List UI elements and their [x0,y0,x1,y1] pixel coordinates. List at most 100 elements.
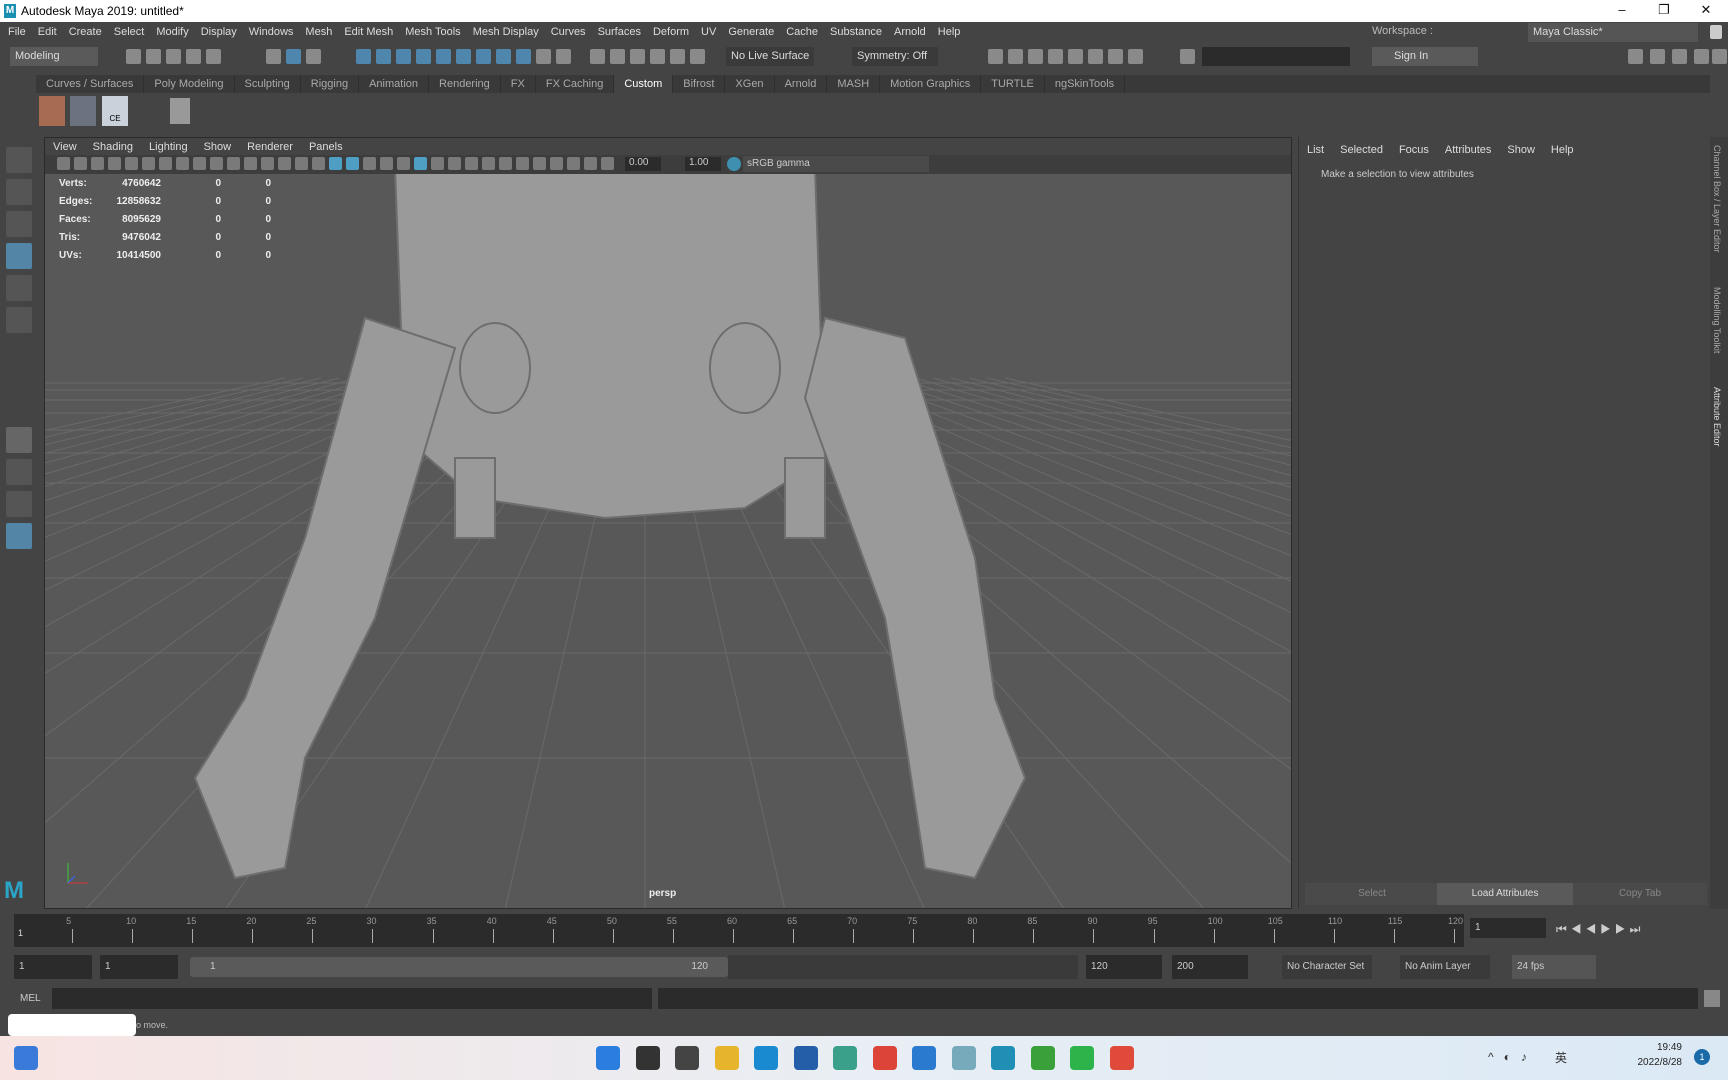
menu-deform[interactable]: Deform [653,26,689,38]
toolbar-tool-icon[interactable] [556,49,571,64]
shelf-tab-sculpting[interactable]: Sculpting [235,75,301,93]
minimize-button[interactable]: – [1602,0,1642,22]
shelf-tab-bifrost[interactable]: Bifrost [673,75,726,93]
menu-create[interactable]: Create [69,26,102,38]
toolbar-tool-icon[interactable] [650,49,665,64]
viewport-tool-icon[interactable] [142,157,155,170]
viewport-tool-icon[interactable] [482,157,495,170]
shelf-tab-fx-caching[interactable]: FX Caching [536,75,615,93]
shelf-tab-rigging[interactable]: Rigging [301,75,360,93]
taskbar-app-icon[interactable] [1030,1046,1055,1070]
taskbar-app-icon[interactable] [793,1046,818,1070]
lock-icon[interactable] [1710,25,1722,39]
toolbar-tool-icon[interactable] [436,49,451,64]
move-tool-icon[interactable] [6,243,32,269]
toolbar-tool-icon[interactable] [536,49,551,64]
select-tool-icon[interactable] [6,147,32,173]
shelf-tab-xgen[interactable]: XGen [725,75,775,93]
viewport-tool-icon[interactable] [448,157,461,170]
toolbar-tool-icon[interactable] [1180,49,1195,64]
viewport-tool-icon[interactable] [278,157,291,170]
menu-generate[interactable]: Generate [728,26,774,38]
viewport-tool-icon[interactable] [125,157,138,170]
viewport-menu-show[interactable]: Show [204,141,232,153]
menu-help[interactable]: Help [938,26,961,38]
viewport-tool-icon[interactable] [499,157,512,170]
quick-select-field[interactable] [1202,47,1350,66]
menu-file[interactable]: File [8,26,26,38]
paint-select-tool-icon[interactable] [6,211,32,237]
toolbar-tool-icon[interactable] [988,49,1003,64]
menu-modify[interactable]: Modify [156,26,188,38]
shelf-tab-curves-surfaces[interactable]: Curves / Surfaces [36,75,145,93]
command-language-label[interactable]: MEL [20,993,41,1004]
shelf-tab-poly-modeling[interactable]: Poly Modeling [144,75,235,93]
shelf-item-script-icon[interactable] [70,96,96,126]
shelf-tab-rendering[interactable]: Rendering [429,75,501,93]
script-editor-icon[interactable] [1704,990,1720,1007]
toolbar-tool-icon[interactable] [670,49,685,64]
symmetry-dropdown[interactable]: Symmetry: Off [852,47,938,66]
toolbar-tool-icon[interactable] [186,49,201,64]
menu-curves[interactable]: Curves [551,26,586,38]
toolbar-tool-icon[interactable] [1088,49,1103,64]
viewport-tool-icon[interactable] [91,157,104,170]
menuset-dropdown[interactable]: Modeling [10,47,98,66]
select-button[interactable]: Select [1305,883,1439,905]
toolbar-tool-icon[interactable] [416,49,431,64]
viewport-tool-icon[interactable] [397,157,410,170]
attr-menu-attributes[interactable]: Attributes [1445,144,1491,156]
shelf-tab-mash[interactable]: MASH [827,75,881,93]
toolbar-tool-icon[interactable] [1008,49,1023,64]
viewport-tool-icon[interactable] [431,157,444,170]
anim-start-field[interactable]: 1 [14,955,92,979]
viewport-menu-shading[interactable]: Shading [93,141,133,153]
maximize-button[interactable]: ❐ [1644,0,1684,22]
command-input[interactable] [52,988,652,1009]
tab-attribute-editor[interactable]: Attribute Editor [1712,387,1722,447]
viewport-tool-icon[interactable] [74,157,87,170]
tab-channel-box[interactable]: Channel Box / Layer Editor [1712,145,1722,253]
toolbar-tool-icon[interactable] [1712,49,1727,64]
taskbar-app-icon[interactable] [951,1046,976,1070]
color-management-icon[interactable] [727,157,741,171]
viewport-tool-icon[interactable] [363,157,376,170]
taskbar-app-icon[interactable] [833,1046,857,1070]
toolbar-tool-icon[interactable] [690,49,705,64]
color-space-dropdown[interactable]: sRGB gamma [743,156,929,172]
toolbar-tool-icon[interactable] [146,49,161,64]
menu-cache[interactable]: Cache [786,26,818,38]
viewport-menu-panels[interactable]: Panels [309,141,343,153]
toolbar-tool-icon[interactable] [396,49,411,64]
taskbar-app-icon[interactable] [991,1046,1015,1070]
taskbar-app-icon[interactable] [754,1046,778,1070]
outliner-layout-icon[interactable] [6,523,32,549]
viewport-tool-icon[interactable] [244,157,257,170]
viewport-tool-icon[interactable] [312,157,325,170]
attr-menu-selected[interactable]: Selected [1340,144,1383,156]
rotate-tool-icon[interactable] [6,275,32,301]
toolbar-tool-icon[interactable] [476,49,491,64]
toolbar-tool-icon[interactable] [1028,49,1043,64]
tab-modelling-toolkit[interactable]: Modelling Toolkit [1712,287,1722,353]
toolbar-tool-icon[interactable] [1628,49,1643,64]
toolbar-tool-icon[interactable] [286,49,301,64]
two-pane-layout-icon[interactable] [6,491,32,517]
four-pane-layout-icon[interactable] [6,459,32,485]
viewport-tool-icon[interactable] [193,157,206,170]
toolbar-tool-icon[interactable] [456,49,471,64]
notification-badge[interactable]: 1 [1694,1049,1710,1065]
toolbar-tool-icon[interactable] [1108,49,1123,64]
close-button[interactable]: ✕ [1686,0,1726,22]
viewport-tool-icon[interactable] [380,157,393,170]
menu-edit[interactable]: Edit [38,26,57,38]
toolbar-tool-icon[interactable] [166,49,181,64]
viewport-tool-icon[interactable] [567,157,580,170]
attr-menu-help[interactable]: Help [1551,144,1574,156]
menu-substance[interactable]: Substance [830,26,882,38]
taskbar-app-icon[interactable] [675,1046,699,1070]
taskbar-app-icon[interactable] [1109,1046,1134,1070]
sign-in-button[interactable]: Sign In [1372,47,1478,66]
viewport-tool-icon[interactable] [210,157,223,170]
fps-dropdown[interactable]: 24 fps [1512,955,1596,979]
